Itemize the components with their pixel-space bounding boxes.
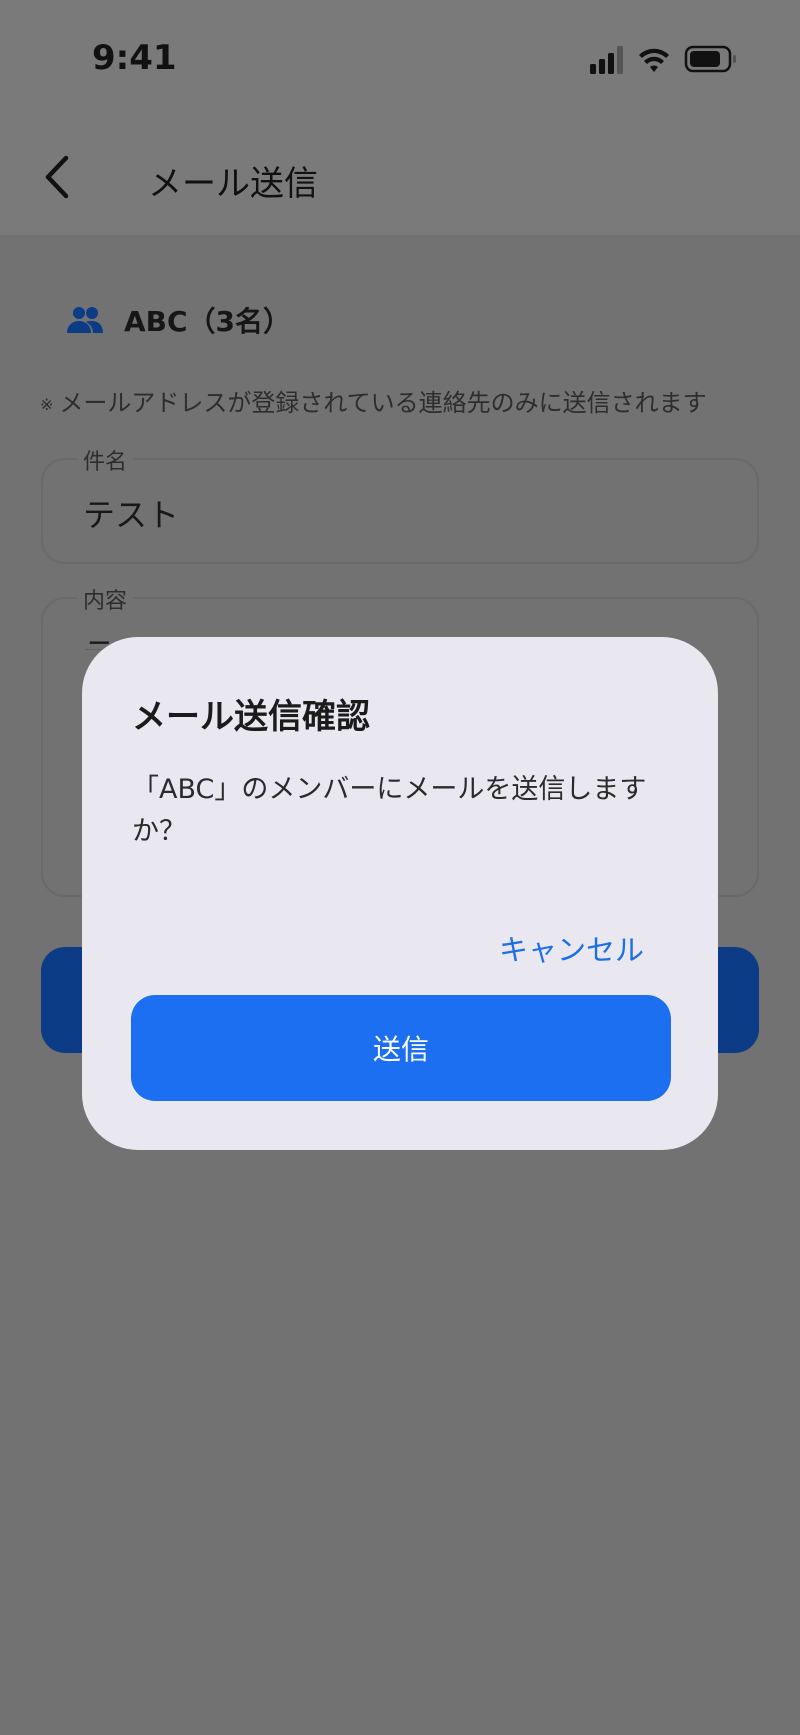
notice-mark: ※ <box>40 394 54 414</box>
group-recipient: ABC（3名） <box>66 300 291 340</box>
group-label: ABC（3名） <box>124 305 292 338</box>
status-bar: 9:41 <box>0 0 800 120</box>
body-label: 内容 <box>77 583 134 615</box>
notice-message: メールアドレスが登録されている連絡先のみに送信されます <box>59 389 707 417</box>
confirm-dialog: メール送信確認 「ABC」のメンバーにメールを送信しますか？ キャンセル 送信 <box>82 637 718 1150</box>
group-icon <box>67 307 103 333</box>
dialog-message: 「ABC」のメンバーにメールを送信しますか？ <box>132 774 647 847</box>
status-time: 9:41 <box>92 38 177 78</box>
wifi-icon <box>639 48 669 72</box>
page-title: メール送信 <box>148 164 318 204</box>
cellular-signal-icon <box>590 46 623 74</box>
subject-field[interactable]: 件名 テスト <box>41 444 759 564</box>
subject-value: テスト <box>83 496 180 534</box>
navigation-bar: メール送信 <box>0 120 800 235</box>
status-icons <box>590 44 740 76</box>
battery-icon <box>684 45 736 73</box>
cancel-button[interactable]: キャンセル <box>499 927 644 969</box>
subject-label: 件名 <box>77 444 134 476</box>
notice-text: ※ メールアドレスが登録されている連絡先のみに送信されます <box>40 383 770 418</box>
dialog-title: メール送信確認 <box>132 697 370 737</box>
chevron-left-icon <box>45 155 69 199</box>
send-button[interactable]: 送信 <box>131 995 671 1101</box>
back-button[interactable] <box>38 152 78 202</box>
